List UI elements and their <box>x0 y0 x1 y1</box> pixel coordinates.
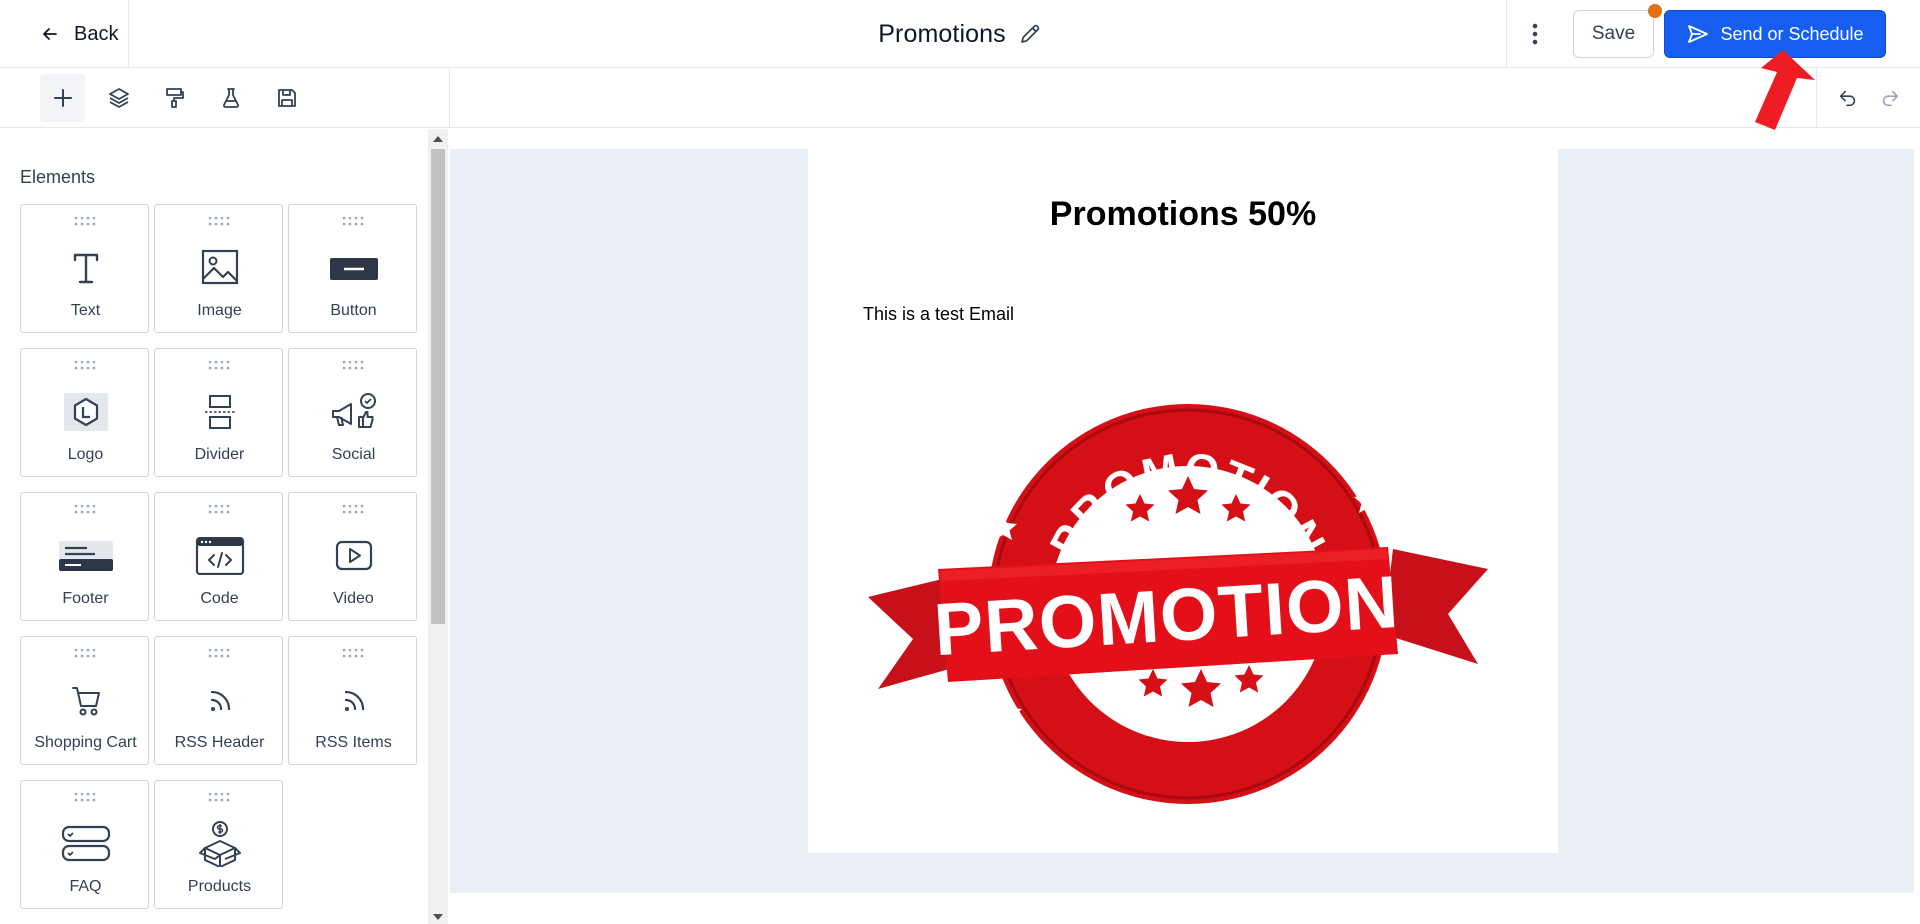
video-icon <box>335 540 372 571</box>
send-or-schedule-button[interactable]: Send or Schedule <box>1664 10 1886 58</box>
element-card-divider[interactable]: Divider <box>154 348 283 477</box>
element-label: Social <box>331 446 376 463</box>
element-label: Image <box>197 302 242 319</box>
drag-handle-icon[interactable] <box>73 504 97 514</box>
element-label: Logo <box>67 446 104 463</box>
email-heading[interactable]: Promotions 50% <box>808 195 1558 234</box>
editor-canvas: Promotions 50% This is a test Email PROM… <box>450 149 1914 893</box>
element-label: RSS Header <box>174 734 265 751</box>
code-icon <box>195 537 244 575</box>
save-template-tool[interactable] <box>264 74 309 122</box>
panel-scrollbar[interactable] <box>428 129 448 924</box>
history-controls <box>1816 68 1920 128</box>
page-title: Promotions <box>878 19 1006 48</box>
button-icon <box>329 258 378 280</box>
unsaved-indicator <box>1648 4 1662 18</box>
undo-icon[interactable] <box>1837 87 1859 109</box>
rss-icon <box>210 690 230 711</box>
scroll-down-arrow[interactable] <box>433 914 443 920</box>
logo-icon <box>63 393 108 431</box>
element-label: FAQ <box>69 878 102 895</box>
footer-icon <box>58 541 113 571</box>
drag-handle-icon[interactable] <box>73 648 97 658</box>
drag-handle-icon[interactable] <box>73 792 97 802</box>
element-card-button[interactable]: Button <box>288 204 417 333</box>
element-label: RSS Items <box>315 734 392 751</box>
element-label: Products <box>187 878 252 895</box>
promotion-badge-image[interactable]: PROMOTION PROMOTION <box>868 399 1488 809</box>
back-label: Back <box>74 22 119 45</box>
editor-toolbar <box>0 68 1920 128</box>
faq-icon <box>61 825 110 862</box>
element-label: Video <box>333 590 374 607</box>
back-button[interactable]: Back <box>0 0 129 68</box>
email-preview[interactable]: Promotions 50% This is a test Email PROM… <box>808 149 1558 853</box>
element-card-rss-items[interactable]: RSS Items <box>288 636 417 765</box>
text-icon <box>73 253 98 284</box>
more-options-icon[interactable] <box>1521 20 1549 48</box>
element-card-image[interactable]: Image <box>154 204 283 333</box>
redo-icon[interactable] <box>1879 87 1901 109</box>
test-tool[interactable] <box>208 74 253 122</box>
element-card-shopping-cart[interactable]: Shopping Cart <box>20 636 149 765</box>
products-icon <box>198 821 241 867</box>
rss-icon <box>344 690 364 711</box>
pencil-icon[interactable] <box>1018 22 1042 46</box>
drag-handle-icon[interactable] <box>73 360 97 370</box>
flask-icon <box>222 88 239 108</box>
drag-handle-icon[interactable] <box>73 216 97 226</box>
toolbar-divider <box>449 68 450 128</box>
elements-panel: Elements Text Image Button Logo Divider … <box>0 129 448 924</box>
layers-icon <box>108 88 129 108</box>
drag-handle-icon[interactable] <box>341 504 365 514</box>
drag-handle-icon[interactable] <box>341 216 365 226</box>
drag-handle-icon[interactable] <box>207 792 231 802</box>
element-label: Text <box>70 302 101 319</box>
element-card-video[interactable]: Video <box>288 492 417 621</box>
element-card-social[interactable]: Social <box>288 348 417 477</box>
social-icon <box>331 393 376 428</box>
elements-grid: Text Image Button Logo Divider Social Fo… <box>20 204 417 909</box>
arrow-left-icon <box>43 28 57 40</box>
scroll-thumb[interactable] <box>431 149 445 624</box>
element-card-footer[interactable]: Footer <box>20 492 149 621</box>
element-label: Code <box>200 590 239 607</box>
element-label: Divider <box>194 446 245 463</box>
email-body-text[interactable]: This is a test Email <box>863 304 1014 325</box>
element-card-rss-header[interactable]: RSS Header <box>154 636 283 765</box>
paint-roller-icon <box>165 88 184 108</box>
element-label: Footer <box>62 590 109 607</box>
element-card-text[interactable]: Text <box>20 204 149 333</box>
element-label: Button <box>330 302 377 319</box>
element-card-logo[interactable]: Logo <box>20 348 149 477</box>
drag-handle-icon[interactable] <box>207 648 231 658</box>
add-elements-tool[interactable] <box>40 74 85 122</box>
header-actions: Save Send or Schedule <box>1506 0 1920 68</box>
element-label: Shopping Cart <box>34 734 137 751</box>
divider-icon <box>204 395 235 429</box>
scroll-up-arrow[interactable] <box>433 136 443 142</box>
drag-handle-icon[interactable] <box>207 360 231 370</box>
drag-handle-icon[interactable] <box>207 504 231 514</box>
drag-handle-icon[interactable] <box>207 216 231 226</box>
add-icon <box>53 89 72 107</box>
element-card-code[interactable]: Code <box>154 492 283 621</box>
image-icon <box>201 249 238 285</box>
save-disk-icon <box>277 89 296 107</box>
send-icon <box>1688 25 1709 43</box>
cart-icon <box>71 687 100 716</box>
layers-tool[interactable] <box>96 74 141 122</box>
send-label: Send or Schedule <box>1720 23 1864 44</box>
drag-handle-icon[interactable] <box>341 648 365 658</box>
top-bar: Back Promotions Save Send or Schedule <box>0 0 1920 68</box>
save-button[interactable]: Save <box>1573 10 1654 58</box>
drag-handle-icon[interactable] <box>341 360 365 370</box>
element-card-products[interactable]: Products <box>154 780 283 909</box>
styles-tool[interactable] <box>152 74 197 122</box>
element-card-faq[interactable]: FAQ <box>20 780 149 909</box>
panel-title: Elements <box>20 167 96 187</box>
